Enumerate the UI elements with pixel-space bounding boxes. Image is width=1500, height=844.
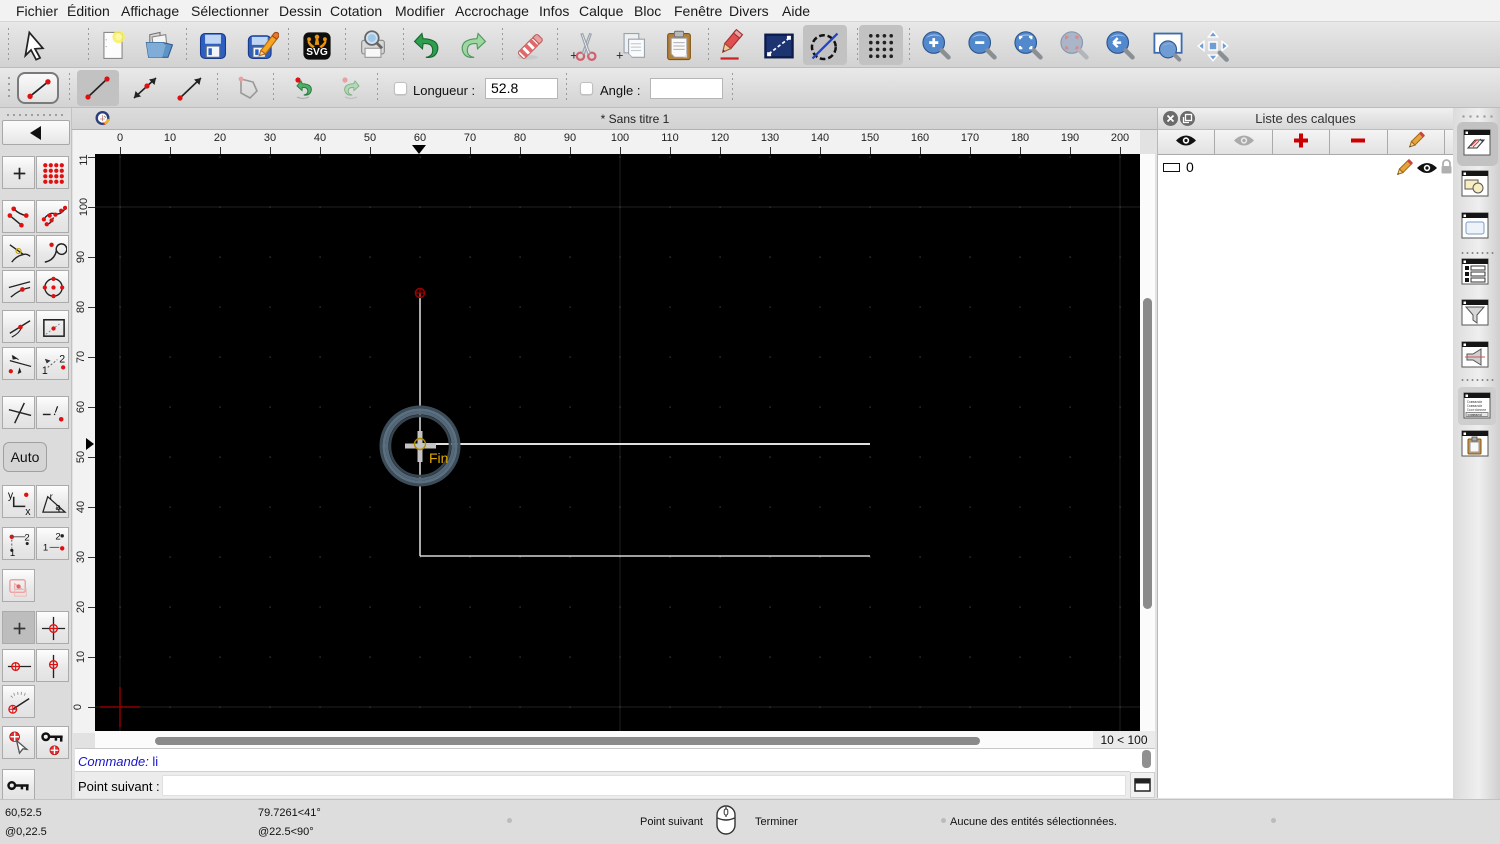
svg-text:x: x — [25, 506, 31, 516]
svg-text:Fin: Fin — [429, 450, 448, 466]
svg-text:2: 2 — [24, 533, 29, 544]
svg-text:command: command — [1468, 413, 1482, 418]
svg-text:a: a — [55, 502, 61, 513]
svg-text:+: + — [616, 49, 623, 63]
svg-text:1: 1 — [42, 365, 48, 377]
svg-text:SVG: SVG — [306, 47, 328, 58]
svg-text:!: ! — [52, 403, 61, 418]
svg-text:Coordonnee: Coordonnee — [1467, 408, 1486, 412]
svg-text:1: 1 — [43, 542, 48, 553]
svg-text:2: 2 — [59, 354, 65, 366]
svg-text:2: 2 — [55, 532, 60, 543]
